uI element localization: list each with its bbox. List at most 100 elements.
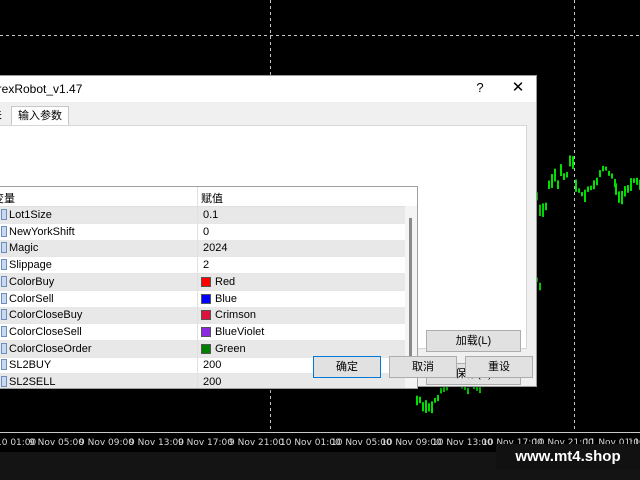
cell-divider [197,340,198,357]
table-row[interactable]: ColorCloseSell BlueViolet [0,323,405,341]
candle [581,192,583,197]
cell-divider [197,240,198,257]
candle [557,180,559,190]
parameter-value[interactable]: 200 [203,376,221,388]
table-header: 变量 赋值 [0,187,417,207]
cell-divider [197,223,198,240]
table-row[interactable]: NewYorkShift 0 [0,223,405,241]
table-row[interactable]: ColorSell Blue [0,290,405,308]
close-icon[interactable]: ✕ [507,78,529,98]
load-button[interactable]: 加载(L) [426,330,521,352]
cell-divider [197,257,198,274]
parameter-name: SL2BUY [9,359,52,372]
candle [467,387,469,395]
help-button[interactable]: ? [469,78,491,98]
time-axis-label: 9 Nov 09:00 [79,438,134,448]
candle [434,398,436,403]
table-row[interactable]: Magic 2024 [0,240,405,258]
table-row[interactable]: Slippage 2 [0,257,405,275]
candle [633,178,635,183]
candle [602,165,604,172]
column-header-value[interactable]: 赋值 [201,190,223,206]
time-axis-label: 9 Nov 21:00 [229,438,284,448]
candle [596,177,598,186]
parameter-value[interactable]: Red [215,276,235,288]
candle [569,155,571,167]
table-row[interactable]: ColorBuy Red [0,273,405,291]
parameter-name: NewYorkShift [9,225,75,238]
parameter-icon [1,309,7,321]
tab-strip: 关 输入参数 [0,103,536,126]
candle [440,387,442,394]
reset-button[interactable]: 重设 [465,356,533,378]
candle [615,183,617,195]
color-swatch [201,293,211,304]
tab-panel: 变量 赋值 Lot1Size 0.1 NewYorkShift 0 Magic 2024 S… [0,125,527,389]
column-header-variable[interactable]: 变量 [0,190,15,206]
candle [605,166,607,171]
column-divider[interactable] [197,187,198,206]
parameter-icon [1,325,7,337]
parameter-name: ColorBuy [9,275,55,288]
dialog-title: orexRobot_v1.47 [0,82,83,96]
cell-divider [197,357,198,374]
parameter-icon [1,359,7,371]
candle [554,168,556,182]
parameter-name: ColorCloseBuy [9,309,83,322]
table-row[interactable]: Lot1Size 0.1 [0,207,405,224]
parameter-value[interactable]: 2 [203,259,209,271]
parameter-name: Magic [9,242,39,255]
parameter-value[interactable]: 0.1 [203,209,218,221]
candle [422,402,424,412]
parameter-value[interactable]: Crimson [215,309,256,321]
candle [621,190,623,205]
scroll-thumb[interactable] [409,218,412,374]
tab-common[interactable]: 关 [0,106,11,125]
parameter-value[interactable]: 0 [203,226,209,238]
candle [563,173,565,180]
color-swatch [201,343,211,354]
parameter-icon [1,225,7,237]
time-axis-label: 9 Nov 05:00 [29,438,84,448]
candle [572,156,574,169]
parameter-icon [1,376,7,387]
parameter-value[interactable]: BlueViolet [215,326,264,338]
candle [618,191,620,203]
candle [584,189,586,202]
candle [551,173,553,188]
candle [627,185,629,193]
candle [416,395,418,406]
parameter-value[interactable]: Blue [215,293,237,305]
title-bar[interactable]: orexRobot_v1.47 ? ✕ [0,76,536,102]
ok-button[interactable]: 确定 [313,356,381,378]
parameter-icon [1,342,7,354]
table-row[interactable]: ColorCloseBuy Crimson [0,307,405,325]
time-axis-label: 9 Nov 17:00 [178,438,233,448]
candle [545,202,547,211]
candle [425,400,427,413]
candle [431,401,433,414]
time-axis-label: 9 Nov 13:00 [129,438,184,448]
candle [599,170,601,178]
candle [590,185,592,191]
watermark: www.mt4.shop [496,444,640,470]
candle [575,179,577,192]
parameter-icon [1,275,7,287]
cell-divider [197,323,198,340]
candle [608,170,610,176]
parameter-icon [1,259,7,271]
parameter-value[interactable]: Green [215,343,246,355]
candle [428,403,430,412]
candle [593,180,595,190]
tab-inputs[interactable]: 输入参数 [11,106,69,126]
parameter-value[interactable]: 2024 [203,242,227,254]
candle [539,204,541,217]
candle [419,396,421,404]
candle [539,282,541,291]
expert-properties-dialog: orexRobot_v1.47 ? ✕ 关 输入参数 变量 赋值 Lot1Siz… [0,75,537,389]
parameter-value[interactable]: 200 [203,359,221,371]
color-swatch [201,326,211,337]
parameter-icon [1,242,7,254]
candle [587,186,589,192]
cancel-button[interactable]: 取消 [389,356,457,378]
